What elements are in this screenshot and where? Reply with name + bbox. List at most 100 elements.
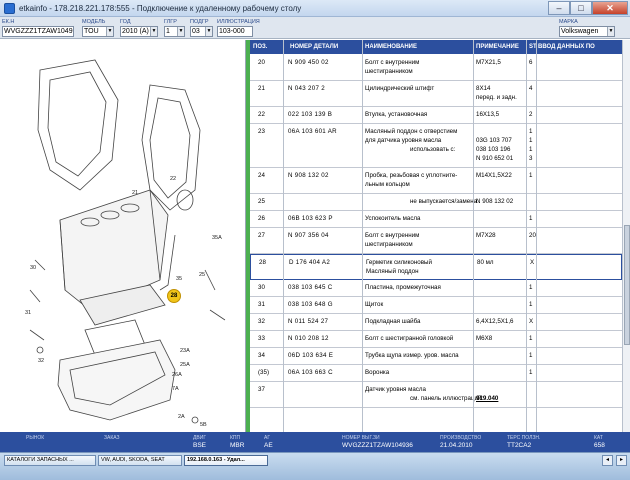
callout-label[interactable]: 32	[38, 358, 44, 364]
table-row[interactable]: 24 N 908 132 02 Пробка, резьбовая с уплотн…	[250, 168, 622, 194]
table-row[interactable]: 25 не выпускается/замена: N 908 132 02	[250, 194, 622, 211]
cell-name: Болт с внутренним	[365, 232, 420, 239]
cell-name: использовать с:	[410, 146, 456, 153]
table-row[interactable]: 31 038 103 648 G Щиток 1	[250, 297, 622, 314]
vin-field: ЕК.Н WVGZZZ1TZAW1049:	[2, 19, 74, 37]
taskbar: КАТАЛОГИ ЗАПАСНЫХ ... VW, AUDI, SKODA, S…	[0, 452, 630, 480]
callout-label[interactable]: 22	[170, 176, 176, 182]
cell-pos: 34	[258, 352, 265, 359]
header-name[interactable]: НАИМЕНОВАНИЕ	[365, 44, 417, 50]
callout-label[interactable]: 2A	[178, 414, 185, 420]
cell-st: 1	[529, 369, 533, 376]
minimize-button[interactable]: –	[548, 1, 570, 15]
cell-pos: 27	[258, 232, 265, 239]
cell-num: 022 103 139 B	[288, 111, 333, 118]
table-row[interactable]: 33 N 010 208 12 Болт с шестигранной головк…	[250, 331, 622, 348]
chevron-down-icon: ▼	[150, 27, 157, 36]
cell-note: 6,4X12,5X1,6	[476, 318, 514, 325]
table-row[interactable]: (35) 06A 103 663 C Воронка 1	[250, 365, 622, 382]
taskbar-item[interactable]: КАТАЛОГИ ЗАПАСНЫХ ...	[4, 455, 96, 466]
cell-st: 4	[529, 85, 533, 92]
cell-num: 06D 103 634 E	[288, 352, 334, 359]
table-row[interactable]: 26 06B 103 623 P Успокоитель масла 1	[250, 211, 622, 228]
table-row[interactable]: 30 038 103 645 C Пластина, промежуточная 1	[250, 280, 622, 297]
tray-icon[interactable]: ◂	[602, 455, 613, 466]
highlighted-callout[interactable]: 28	[167, 289, 181, 303]
illustration-field: ИЛЛЮСТРАЦИЯ 103-000	[217, 19, 260, 37]
year-select[interactable]: 2010 (A) ▼	[120, 26, 158, 37]
tray-icon[interactable]: ▸	[616, 455, 627, 466]
cell-st: 1	[529, 215, 533, 222]
table-row[interactable]: 37 Датчик уровня масла см. панель иллюстра…	[250, 382, 622, 408]
cell-pos: 23	[258, 128, 265, 135]
vehicle-selector-bar: ЕК.Н WVGZZZ1TZAW1049: МОДЕЛЬ TOU ▼ ГОД 20…	[0, 17, 630, 39]
year-field: ГОД 2010 (A) ▼	[120, 19, 158, 37]
cell-num: 06A 103 663 C	[288, 369, 333, 376]
cell-name: Пластина, промежуточная	[365, 284, 441, 291]
cell-note: M7X21,5	[476, 59, 501, 66]
table-row[interactable]: 21 N 043 207 2 Цилиндрический штифт 8X14 пер…	[250, 81, 622, 107]
table-row[interactable]: 34 06D 103 634 E Трубка щупа измер. уров. …	[250, 348, 622, 365]
cell-pos: 22	[258, 111, 265, 118]
callout-label[interactable]: 25A	[180, 362, 190, 368]
callout-label[interactable]: 5B	[200, 422, 207, 428]
model-select[interactable]: TOU ▼	[82, 26, 114, 37]
scrollbar-thumb[interactable]	[624, 225, 630, 345]
cell-num: 038 103 648 G	[288, 301, 333, 308]
cell-name: шестигранником	[365, 241, 413, 248]
table-row[interactable]: 32 N 011 524 27 Подкладная шайба 6,4X12,5X1…	[250, 314, 622, 331]
parts-illustration[interactable]: 21 22 35A 25 35 30 31 32 23A 25A 26A 7A …	[0, 40, 246, 432]
cell-note: N 908 132 02	[476, 198, 514, 205]
model-field: МОДЕЛЬ TOU ▼	[82, 19, 114, 37]
subgroup-select[interactable]: 03 ▼	[190, 26, 213, 37]
cell-num: D 176 404 A2	[289, 259, 331, 266]
cell-pos: 33	[258, 335, 265, 342]
header-number[interactable]: НОМЕР ДЕТАЛИ	[290, 44, 338, 50]
callout-label[interactable]: 7A	[172, 386, 179, 392]
cell-pos: 31	[258, 301, 265, 308]
cell-note: N 910 652 01	[476, 155, 514, 162]
taskbar-item[interactable]: VW, AUDI, SKODA, SEAT	[98, 455, 182, 466]
table-scrollbar[interactable]	[622, 40, 630, 432]
callout-label[interactable]: 35	[176, 276, 182, 282]
cell-num: 06A 103 601 AR	[288, 128, 337, 135]
close-button[interactable]: ✕	[592, 1, 628, 15]
group-select[interactable]: 1 ▼	[164, 26, 185, 37]
table-header: ПОЗ. НОМЕР ДЕТАЛИ НАИМЕНОВАНИЕ ПРИМЕЧАНИ…	[250, 40, 622, 54]
engine-block-drawing	[29, 59, 226, 424]
cell-num: N 908 132 02	[288, 172, 329, 179]
table-row[interactable]: 27 N 907 356 04 Болт с внутренним шестигран…	[250, 228, 622, 254]
table-row[interactable]: 20 N 909 450 02 Болт с внутренним шестигран…	[250, 55, 622, 81]
table-row[interactable]: 28 D 176 404 A2 Герметик силиконовый Маслян…	[250, 254, 622, 280]
callout-label[interactable]: 35A	[212, 235, 222, 241]
cell-st: 3	[529, 155, 533, 162]
cell-st: X	[530, 259, 535, 266]
callout-label[interactable]: 23A	[180, 348, 190, 354]
header-pos[interactable]: ПОЗ.	[253, 44, 267, 50]
vin-input[interactable]: WVGZZZ1TZAW1049:	[2, 26, 74, 37]
callout-label[interactable]: 30	[30, 265, 36, 271]
cell-name: Масляный поддон с отверстием	[365, 128, 458, 135]
header-note[interactable]: ПРИМЕЧАНИЕ	[476, 44, 519, 50]
callout-label[interactable]: 25	[199, 272, 205, 278]
cell-name: Масляный поддон	[366, 268, 419, 275]
cell-st: 1	[529, 128, 533, 135]
table-row[interactable]: 23 06A 103 601 AR Масляный поддон с отверс…	[250, 124, 622, 168]
cell-name: Успокоитель масла	[365, 215, 421, 222]
header-input[interactable]: ВВОД ДАННЫХ ПО	[538, 44, 595, 50]
brand-select[interactable]: Volkswagen ▼	[559, 26, 615, 37]
callout-label[interactable]: 26A	[172, 372, 182, 378]
cell-name: не выпускается/замена:	[410, 198, 479, 205]
callout-label[interactable]: 21	[132, 190, 138, 196]
cell-pos: 37	[258, 386, 265, 393]
chevron-down-icon: ▼	[607, 27, 614, 36]
callout-label[interactable]: 31	[25, 310, 31, 316]
maximize-button[interactable]: □	[570, 1, 592, 15]
table-row[interactable]: 22 022 103 139 B Втулка, установочная 16X13…	[250, 107, 622, 124]
cell-note: 8X14	[476, 85, 491, 92]
subgroup-field: ПОДГР 03 ▼	[190, 19, 213, 37]
cell-pos: 28	[259, 259, 266, 266]
cell-num: 038 103 645 C	[288, 284, 333, 291]
illustration-select[interactable]: 103-000	[217, 26, 253, 37]
taskbar-item-active[interactable]: 192.168.0.163 - Удал...	[184, 455, 268, 466]
